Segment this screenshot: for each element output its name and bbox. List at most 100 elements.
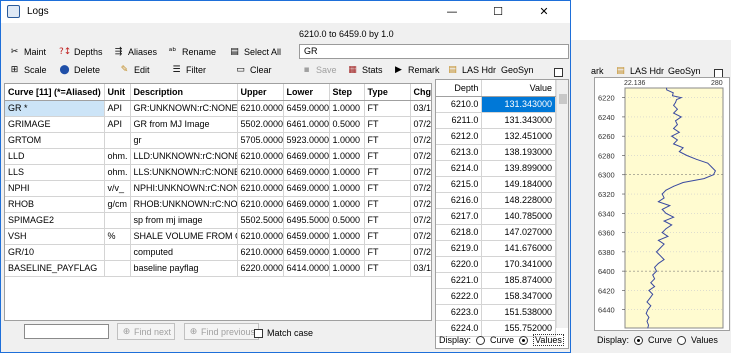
curve-point: [677, 108, 678, 110]
select-all-button[interactable]: ▤ Select All: [229, 45, 281, 59]
value-row[interactable]: 6217.0 140.785000: [436, 208, 556, 225]
table-cell: 07/2!: [410, 212, 431, 229]
grid-column-header[interactable]: Step: [329, 84, 365, 101]
table-cell: LLD: [5, 148, 105, 165]
value-row[interactable]: 6221.0 185.874000: [436, 272, 556, 289]
value-row[interactable]: 6216.0 148.228000: [436, 192, 556, 209]
scale-min-label: 22.136: [624, 80, 646, 87]
match-case-checkbox[interactable]: Match case: [254, 326, 313, 340]
value-row[interactable]: 6220.0 170.341000: [436, 256, 556, 273]
find-next-button[interactable]: ⊕ Find next: [117, 323, 176, 340]
grid-column-header[interactable]: Curve [11] (*=Aliased): [5, 84, 105, 101]
grid-column-header[interactable]: Upper: [237, 84, 284, 101]
table-row[interactable]: GR/10 computed 6210.0000 6459.0000 1.0000 FT 0…: [5, 244, 431, 261]
grid-column-header[interactable]: Lower: [283, 84, 330, 101]
geosyn-button[interactable]: GeoSyn: [501, 63, 534, 77]
scroll-thumb[interactable]: [559, 94, 567, 104]
depth-cell: 6221.0: [436, 272, 483, 289]
remark-button[interactable]: ▶ Remark: [393, 63, 439, 77]
minimize-button[interactable]: —: [429, 1, 475, 23]
values-column-header: Value: [481, 80, 556, 97]
table-row[interactable]: BASELINE_PAYFLAG baseline payflag 6220.000…: [5, 260, 431, 277]
grid-column-header[interactable]: Chg: [410, 84, 431, 101]
close-button[interactable]: ✕: [521, 1, 567, 23]
values-radio[interactable]: [519, 335, 529, 345]
table-cell: GR:UNKNOWN:rC:NONE:v: [130, 100, 238, 117]
grid-column-header[interactable]: Type: [364, 84, 411, 101]
table-cell: BASELINE_PAYFLAG: [5, 260, 105, 277]
table-row[interactable]: NPHI v/v_ NPHI:UNKNOWN:rC:NONE 6210.0000 646…: [5, 180, 431, 197]
values-radio-right[interactable]: [677, 335, 687, 345]
table-row[interactable]: LLS ohm. LLS:UNKNOWN:rC:NONE:v 6210.0000 646…: [5, 164, 431, 181]
find-previous-button[interactable]: ⊕ Find previous: [184, 323, 260, 340]
table-row[interactable]: LLD ohm. LLD:UNKNOWN:rC:NONE: 6210.0000 6469…: [5, 148, 431, 165]
table-row[interactable]: GR * API GR:UNKNOWN:rC:NONE:v 6210.0000 6459…: [5, 100, 431, 117]
depth-cell: 6218.0: [436, 224, 483, 241]
value-row[interactable]: 6210.0 131.343000: [436, 96, 556, 113]
aliases-button[interactable]: ⇶ Aliases: [113, 45, 157, 59]
curve-radio-right[interactable]: [634, 335, 644, 345]
value-row[interactable]: 6223.0 151.538000: [436, 304, 556, 321]
table-cell: 03/1(: [410, 260, 431, 277]
table-cell: RHOB:UNKNOWN:rC:NON: [130, 196, 238, 213]
remark-button-partial[interactable]: ark: [591, 64, 604, 78]
curve-radio[interactable]: [476, 335, 486, 345]
clear-button[interactable]: ▭ Clear: [235, 63, 271, 77]
depth-cell: 6222.0: [436, 288, 483, 305]
curve-plot[interactable]: 22.136 280 6220 6240 6260 6280 6300 6320 6340 636…: [594, 77, 730, 331]
value-cell: 158.347000: [481, 288, 556, 305]
table-cell: FT: [364, 180, 411, 197]
value-row[interactable]: 6213.0 138.193000: [436, 144, 556, 161]
table-cell: FT: [364, 260, 411, 277]
rename-button[interactable]: ᵃᵇ Rename: [167, 45, 216, 59]
value-row[interactable]: 6212.0 132.451000: [436, 128, 556, 145]
remark-icon: ▶: [395, 65, 402, 75]
table-row[interactable]: GRIMAGE API GR from MJ Image 5502.0000 6461.…: [5, 116, 431, 133]
table-cell: 07/2!: [410, 148, 431, 165]
maint-button[interactable]: ✂ Maint: [9, 45, 46, 59]
save-button[interactable]: ▪ Save: [301, 63, 336, 77]
las-hdr-button-right[interactable]: ▤ LAS Hdr: [615, 64, 664, 78]
curve-point: [648, 317, 650, 318]
table-row[interactable]: RHOB g/cm RHOB:UNKNOWN:rC:NON 6210.0000 6469…: [5, 196, 431, 213]
options-checkbox[interactable]: [554, 65, 563, 79]
table-cell: 07/2!: [410, 196, 431, 213]
curve-name-field[interactable]: GR: [299, 44, 569, 59]
value-row[interactable]: 6222.0 158.347000: [436, 288, 556, 305]
values-panel[interactable]: Depth Value 6210.0 131.343000 6211.0 131.343…: [435, 79, 569, 349]
value-row[interactable]: 6214.0 139.899000: [436, 160, 556, 177]
table-cell: 6469.0000: [283, 180, 330, 197]
geosyn-button-right[interactable]: GeoSyn: [668, 64, 701, 78]
display-toggle: Display: Curve Values: [439, 334, 564, 346]
edit-button[interactable]: ✎ Edit: [119, 63, 150, 77]
table-row[interactable]: SPIMAGE2 sp from mj image 5502.5000 6495.50…: [5, 212, 431, 229]
grid-column-header[interactable]: Description: [130, 84, 238, 101]
curves-grid[interactable]: Curve [11] (*=Aliased) Unit Description Upp…: [4, 83, 432, 321]
las-hdr-button[interactable]: ▤ LAS Hdr: [447, 63, 496, 77]
table-cell: 6414.0000: [283, 260, 330, 277]
table-cell: [104, 132, 131, 149]
delete-button[interactable]: ⬤ Delete: [59, 63, 100, 77]
table-row[interactable]: VSH%SHALE VOLUME FROM GR6210.00006459.00…: [5, 228, 431, 245]
depths-button[interactable]: ?↕ Depths: [59, 45, 103, 59]
value-row[interactable]: 6211.0 131.343000: [436, 112, 556, 129]
table-cell: v/v_: [104, 180, 131, 197]
stats-button[interactable]: ▦ Stats: [347, 63, 382, 77]
stats-icon: ▦: [348, 65, 357, 75]
find-next-icon: ⊕: [122, 326, 131, 337]
table-cell: 1.0000: [329, 164, 365, 181]
table-cell: 07/2!: [410, 244, 431, 261]
table-cell: FT: [364, 100, 411, 117]
grid-column-header[interactable]: Unit: [104, 84, 131, 101]
depth-range: 6210.0 to 6459.0 by 1.0: [299, 29, 394, 39]
value-row[interactable]: 6219.0 141.676000: [436, 240, 556, 257]
find-input[interactable]: [24, 324, 109, 339]
scale-button[interactable]: ⊞ Scale: [9, 63, 47, 77]
maximize-button[interactable]: ☐: [475, 1, 521, 23]
value-row[interactable]: 6218.0 147.027000: [436, 224, 556, 241]
filter-button[interactable]: ☰ Filter: [171, 63, 206, 77]
value-row[interactable]: 6215.0 149.184000: [436, 176, 556, 193]
values-scrollbar[interactable]: [556, 80, 568, 328]
delete-icon: ⬤: [59, 65, 70, 75]
table-row[interactable]: GRTOM gr 5705.0000 5923.0000 1.0000 FT 07/2!: [5, 132, 431, 149]
